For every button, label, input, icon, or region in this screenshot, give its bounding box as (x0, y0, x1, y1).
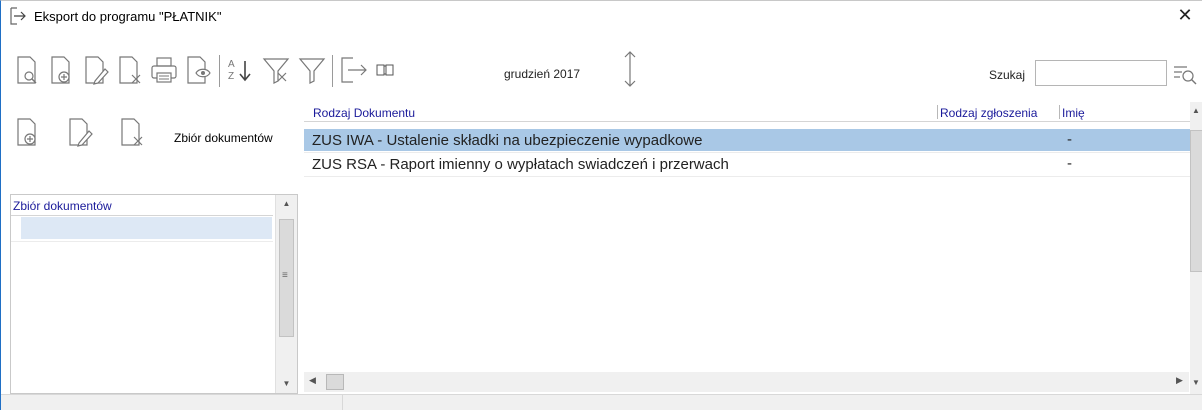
scroll-right-icon[interactable]: ▶ (1176, 375, 1183, 386)
cell-document-type: ZUS RSA - Raport imienny o wypłatach swi… (312, 156, 729, 173)
cell-first-name: - (1067, 155, 1072, 172)
row-divider (11, 241, 273, 242)
export-button[interactable] (339, 53, 369, 89)
toolbar-separator (219, 55, 220, 87)
column-divider[interactable] (937, 105, 938, 119)
export-arrow-icon (10, 7, 26, 25)
scroll-down-icon[interactable]: ▼ (276, 375, 297, 393)
delete-document-icon (121, 118, 143, 146)
document-details-button[interactable] (183, 53, 213, 89)
sort-az-button[interactable]: A Z (225, 53, 255, 89)
book-button[interactable] (373, 53, 397, 89)
scroll-up-icon[interactable]: ▲ (1192, 106, 1200, 115)
edit-document-button[interactable] (81, 53, 111, 89)
print-icon (151, 57, 177, 83)
grid-header: Rodzaj Dokumentu Rodzaj zgłoszenia Imię (304, 102, 1190, 122)
delete-document-icon (119, 56, 141, 84)
svg-text:Z: Z (228, 71, 234, 82)
edit-set-button[interactable] (65, 115, 95, 151)
vertical-resize-button[interactable] (619, 51, 641, 89)
document-details-icon (187, 56, 211, 84)
document-set-toolbar: Zbiór dokumentów (1, 111, 291, 161)
search-label: Szukaj (989, 68, 1026, 82)
scroll-down-icon[interactable]: ▼ (1192, 378, 1200, 387)
document-set-grid: Zbiór dokumentów ▲ ≡ ▼ (10, 194, 298, 394)
column-divider[interactable] (1059, 105, 1060, 119)
add-document-icon (51, 56, 70, 84)
close-button[interactable]: ✕ (1172, 3, 1198, 27)
export-window: Eksport do programu "PŁATNIK" ✕ A Z grud… (0, 0, 1202, 410)
add-document-icon (17, 118, 36, 146)
grip-icon: ≡ (282, 270, 288, 281)
filter-clear-icon (262, 58, 290, 84)
vertical-resize-icon (624, 51, 636, 87)
filter-icon (298, 58, 326, 84)
list-item[interactable] (21, 217, 272, 239)
add-document-button[interactable] (47, 53, 77, 89)
print-button[interactable] (149, 53, 179, 89)
period-label: grudzień 2017 (504, 67, 581, 81)
filter-clear-button[interactable] (261, 53, 291, 89)
status-bar (1, 394, 1202, 410)
horizontal-scrollbar[interactable]: ◀ ▶ (304, 372, 1189, 392)
edit-document-icon (69, 118, 93, 147)
delete-document-button[interactable] (115, 53, 145, 89)
edit-document-icon (85, 56, 109, 85)
add-set-button[interactable] (13, 115, 43, 151)
status-divider (342, 395, 343, 410)
sort-az-icon: A Z (228, 59, 251, 82)
toolbar-separator (332, 55, 333, 87)
table-row[interactable]: ZUS IWA - Ustalenie składki na ubezpiecz… (304, 129, 1190, 151)
delete-set-button[interactable] (117, 115, 147, 151)
table-row[interactable]: ZUS RSA - Raport imienny o wypłatach swi… (304, 153, 1190, 175)
document-set-column-header[interactable]: Zbiór dokumentów (11, 195, 273, 216)
search-list-icon (1174, 66, 1197, 85)
row-divider (304, 176, 1190, 177)
scroll-left-icon[interactable]: ◀ (309, 375, 316, 386)
scroll-thumb[interactable] (1190, 130, 1202, 272)
scroll-up-icon[interactable]: ▲ (276, 195, 297, 213)
main-toolbar: A Z grudzień 2017 Szukaj (1, 51, 1202, 97)
left-vertical-scrollbar[interactable]: ▲ ≡ ▼ (275, 195, 297, 393)
documents-grid: Rodzaj Dokumentu Rodzaj zgłoszenia Imię … (304, 102, 1202, 394)
book-icon (376, 64, 394, 76)
preview-document-icon (17, 56, 37, 84)
column-header-report-type[interactable]: Rodzaj zgłoszenia (940, 106, 1037, 120)
document-set-label: Zbiór dokumentów (174, 131, 273, 145)
export-icon (341, 57, 367, 83)
column-header-first-name[interactable]: Imię (1062, 106, 1085, 120)
scroll-thumb[interactable] (326, 374, 344, 390)
cell-document-type: ZUS IWA - Ustalenie składki na ubezpiecz… (312, 132, 703, 149)
cell-first-name: - (1067, 131, 1072, 148)
window-title: Eksport do programu "PŁATNIK" (34, 9, 222, 24)
preview-document-button[interactable] (13, 53, 43, 89)
search-button[interactable] (1171, 61, 1199, 87)
title-bar: Eksport do programu "PŁATNIK" ✕ (1, 1, 1202, 31)
svg-text:A: A (228, 59, 235, 70)
scroll-thumb[interactable]: ≡ (279, 219, 294, 337)
filter-button[interactable] (297, 53, 327, 89)
column-header-document-type[interactable]: Rodzaj Dokumentu (313, 106, 415, 120)
main-vertical-scrollbar[interactable]: ▲ ▼ (1190, 102, 1202, 394)
search-input[interactable] (1035, 60, 1167, 86)
